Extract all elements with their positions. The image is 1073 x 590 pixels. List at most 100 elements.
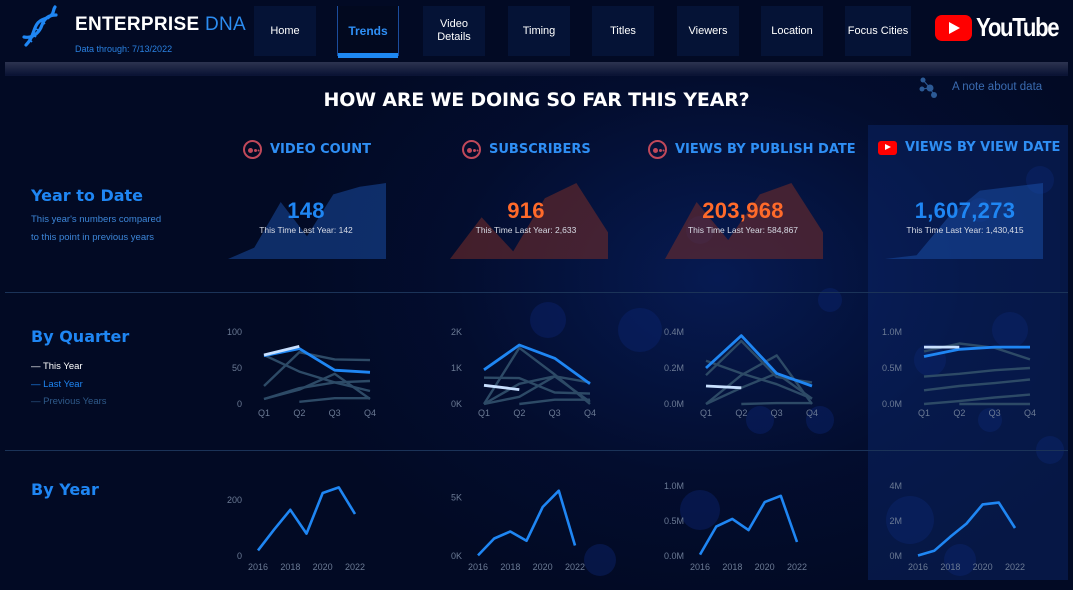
kpi-comparison: This Time Last Year: 2,633 (475, 225, 577, 235)
series-line-previous-year-c (923, 378, 1031, 392)
kpi-comparison: This Time Last Year: 1,430,415 (906, 225, 1024, 235)
kpi-video-count: 148 This Time Last Year: 142 (226, 198, 386, 235)
section-divider (5, 450, 1068, 451)
youtube-wordmark: YouTube (976, 12, 1060, 42)
x-tick-label: Q1 (258, 408, 270, 418)
brand-bold: ENTERPRISE (75, 14, 200, 35)
year-series-line (256, 486, 357, 552)
y-tick-label: 0M (889, 551, 902, 561)
series-line-previous-year-d (263, 379, 371, 401)
x-tick-label: 2022 (787, 562, 807, 572)
y-tick-label: 0.0M (882, 399, 902, 409)
brand-name: ENTERPRISE DNA (75, 14, 246, 36)
y-tick-label: 0K (451, 551, 462, 561)
x-tick-label: 2016 (248, 562, 268, 572)
series-line-previous-year-d (923, 393, 1031, 406)
x-tick-label: 2016 (690, 562, 710, 572)
y-tick-label: 1.0M (882, 327, 902, 337)
x-tick-label: 2020 (533, 562, 553, 572)
ytd-subtitle-line-1: This year's numbers compared (31, 214, 162, 225)
series-line-previous-year-a (705, 339, 813, 384)
nav-location[interactable]: Location (761, 6, 823, 56)
section-subtitle-ytd: This year's numbers compared to this poi… (31, 211, 161, 247)
x-tick-label: 2016 (908, 562, 928, 572)
y-tick-label: 2M (889, 516, 902, 526)
header-divider-strip (5, 62, 1068, 76)
x-tick-label: Q2 (953, 408, 965, 418)
nav-trends[interactable]: Trends (337, 6, 399, 58)
x-tick-label: 2018 (940, 562, 960, 572)
series-line-previous-year-e (519, 398, 590, 406)
series-line-this-year (705, 384, 742, 390)
kpi-comparison: This Time Last Year: 584,867 (687, 225, 799, 235)
y-tick-label: 0K (451, 399, 462, 409)
nav-label: Video Details (437, 18, 471, 43)
y-tick-label: 4M (889, 481, 902, 491)
series-line-previous-year-e (299, 396, 370, 403)
x-tick-label: 2018 (500, 562, 520, 572)
x-tick-label: Q3 (329, 408, 341, 418)
x-tick-label: Q3 (989, 408, 1001, 418)
metric-title: VIDEO COUNT (270, 142, 372, 157)
y-tick-label: 0 (237, 399, 242, 409)
y-tick-label: 1K (451, 363, 462, 373)
nav-viewers[interactable]: Viewers (677, 6, 739, 56)
x-tick-label: 2016 (468, 562, 488, 572)
x-tick-label: Q1 (918, 408, 930, 418)
y-tick-label: 2K (451, 327, 462, 337)
x-tick-label: 2020 (973, 562, 993, 572)
channel-circle-icon (648, 140, 667, 159)
y-tick-label: 100 (227, 327, 242, 337)
legend-last-year: — Last Year (31, 378, 83, 390)
year-chart-video-count: 0 200 2016 2018 2020 2022 (227, 486, 365, 572)
x-tick-label: Q4 (806, 408, 818, 418)
nav-label: Timing (522, 24, 556, 37)
y-tick-label: 0.5M (882, 363, 902, 373)
dna-helix-icon (22, 5, 58, 47)
quarter-legend: — This Year — Last Year — Previous Years (31, 358, 107, 411)
y-tick-label: 0 (237, 551, 242, 561)
x-tick-label: Q3 (771, 408, 783, 418)
x-tick-label: 2022 (565, 562, 585, 572)
kpi-subscribers: 916 This Time Last Year: 2,633 (446, 198, 606, 235)
y-tick-label: 50 (232, 363, 242, 373)
x-tick-label: Q3 (549, 408, 561, 418)
nav-video-details[interactable]: Video Details (423, 6, 485, 56)
quarter-chart-views-view: 0.0M 0.5M 1.0M Q1 Q2 Q3 Q4 (882, 327, 1036, 418)
metric-header-video-count: VIDEO COUNT (243, 140, 371, 159)
y-tick-label: 1.0M (664, 481, 684, 491)
nav-label: Location (771, 24, 813, 37)
kpi-value: 203,968 (702, 198, 784, 223)
nav-timing[interactable]: Timing (508, 6, 570, 56)
x-tick-label: 2020 (313, 562, 333, 572)
section-title-ytd: Year to Date (31, 186, 144, 205)
series-line-previous-year-e (741, 401, 812, 406)
youtube-logo: YouTube (935, 12, 1073, 43)
channel-circle-icon (243, 140, 262, 159)
metric-title: VIEWS BY PUBLISH DATE (675, 142, 856, 157)
year-chart-views-view: 0M 2M 4M 2016 2018 2020 2022 (889, 481, 1025, 572)
section-title-year: By Year (31, 480, 99, 499)
x-tick-label: Q2 (735, 408, 747, 418)
x-tick-label: 2018 (722, 562, 742, 572)
nav-label: Home (270, 24, 300, 37)
year-series-line (477, 489, 577, 557)
data-through-date: Data through: 7/13/2022 (75, 44, 173, 54)
nav-titles[interactable]: Titles (592, 6, 654, 56)
x-tick-label: Q1 (478, 408, 490, 418)
x-tick-label: Q2 (513, 408, 525, 418)
nav-focus-cities[interactable]: Focus Cities (845, 6, 911, 56)
quarter-chart-video-count: 0 50 100 Q1 Q2 Q3 Q4 (227, 327, 376, 418)
page-title: HOW ARE WE DOING SO FAR THIS YEAR? (323, 89, 750, 111)
y-tick-label: 0.5M (664, 516, 684, 526)
section-title-quarter: By Quarter (31, 327, 130, 346)
year-chart-subscribers: 0K 5K 2016 2018 2020 2022 (451, 489, 585, 572)
x-tick-label: Q4 (1024, 408, 1036, 418)
kpi-comparison: This Time Last Year: 142 (259, 225, 353, 235)
quarter-chart-subscribers: 0K 1K 2K Q1 Q2 Q3 Q4 (451, 327, 596, 418)
channel-circle-icon (462, 140, 481, 159)
y-tick-label: 5K (451, 493, 462, 503)
nav-home[interactable]: Home (254, 6, 316, 56)
x-tick-label: 2018 (280, 562, 300, 572)
x-tick-label: 2022 (345, 562, 365, 572)
